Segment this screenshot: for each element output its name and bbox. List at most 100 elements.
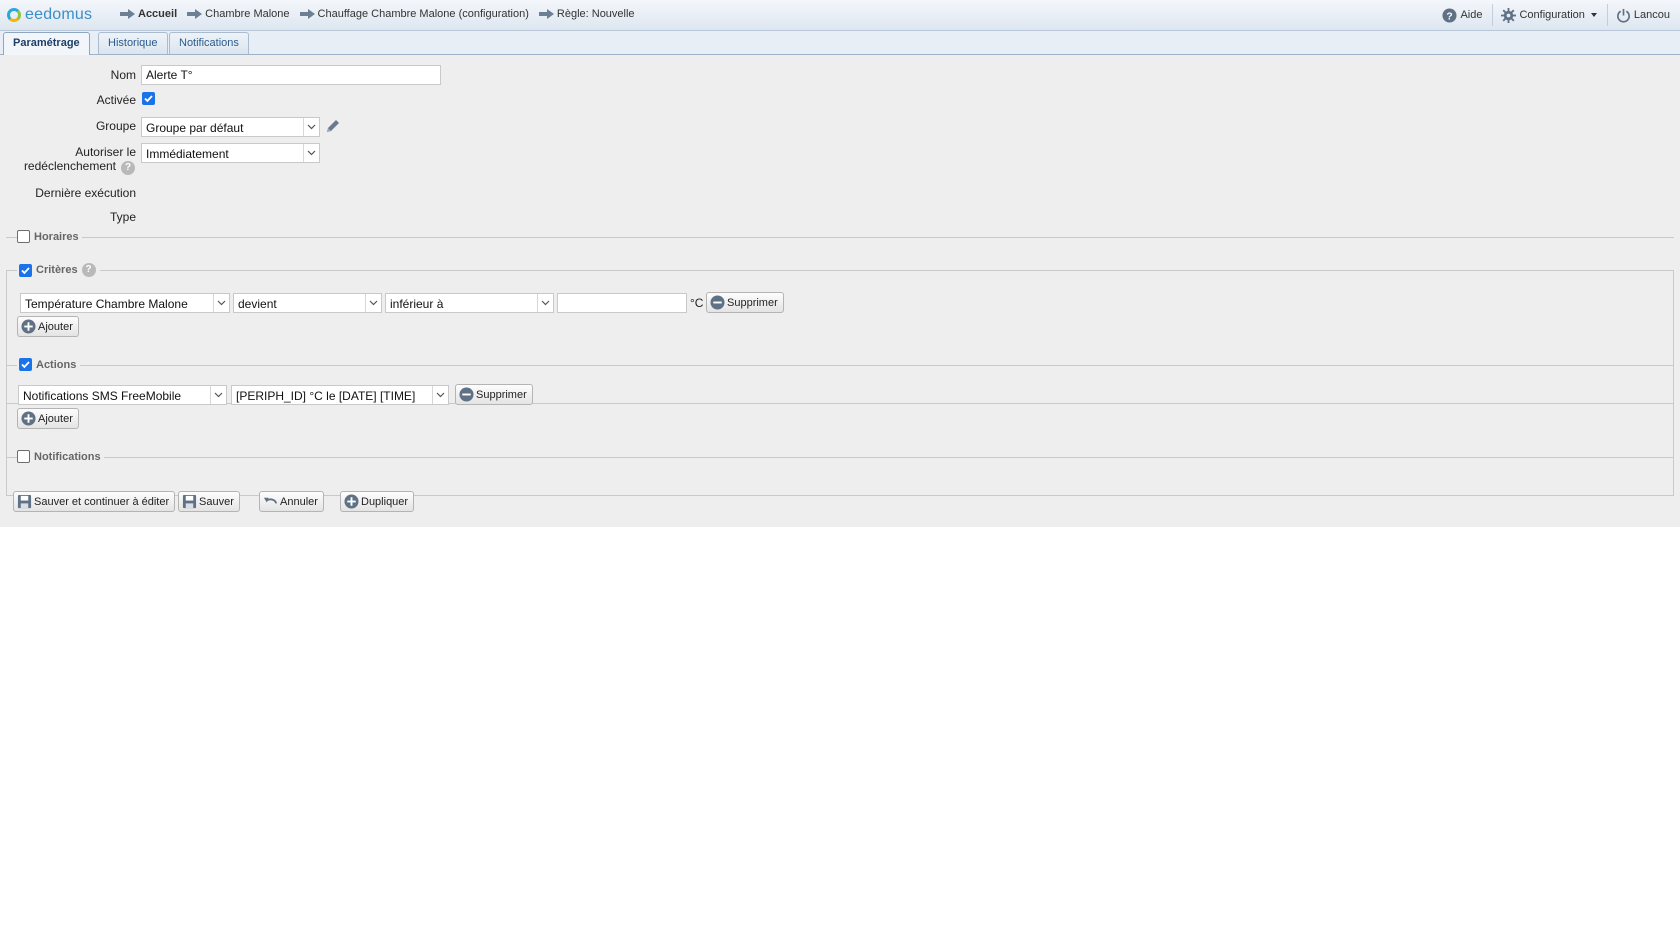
- tab-notifications[interactable]: Notifications: [169, 32, 249, 54]
- action-delete-label: Supprimer: [476, 388, 527, 401]
- breadcrumb-label: Règle: Nouvelle: [556, 8, 635, 20]
- retrigger-label-line1: Autoriser le: [75, 145, 136, 159]
- criteria-add-button[interactable]: Ajouter: [17, 316, 79, 337]
- save-and-continue-button[interactable]: Sauver et continuer à éditer: [13, 491, 176, 512]
- save-and-continue-label: Sauver et continuer à éditer: [34, 495, 170, 508]
- actions-checkbox[interactable]: [19, 358, 32, 371]
- retrigger-select[interactable]: Immédiatement: [141, 143, 320, 163]
- chevron-down-icon: [303, 144, 319, 162]
- criteres-legend: Critères ?: [17, 263, 100, 277]
- tab-bar: Paramétrage Historique Notifications: [0, 31, 1680, 55]
- notifications-title: Notifications: [34, 450, 101, 463]
- criteria-delete-button[interactable]: Supprimer: [706, 292, 784, 313]
- eedomus-logo[interactable]: eedomus: [7, 5, 92, 25]
- retrigger-label-line2: redéclenchement: [23, 159, 116, 173]
- group-label: Groupe: [95, 119, 136, 133]
- criteria-operator-value: devient: [238, 297, 277, 311]
- logo-ring-icon: [7, 8, 21, 22]
- minus-circle-icon: [459, 387, 474, 402]
- criteria-unit: °C: [690, 296, 704, 310]
- plus-circle-icon: [344, 494, 359, 509]
- criteres-checkbox[interactable]: [19, 263, 32, 277]
- chevron-down-icon: [537, 294, 553, 312]
- duplicate-label: Dupliquer: [361, 495, 409, 508]
- help-circle-icon: ?: [1442, 7, 1457, 23]
- action-message-value: [PERIPH_ID] °C le [DATE] [TIME]: [236, 389, 416, 403]
- tab-parametrage[interactable]: Paramétrage: [3, 32, 90, 55]
- action-add-button[interactable]: Ajouter: [17, 408, 79, 429]
- criteria-comparison-select[interactable]: inférieur à: [385, 293, 554, 313]
- active-label: Activée: [96, 93, 136, 107]
- user-menu[interactable]: Lancou: [1606, 4, 1680, 26]
- edit-pencil-icon[interactable]: [325, 118, 341, 134]
- checkmark-icon: [21, 361, 30, 369]
- breadcrumb-label: Accueil: [138, 8, 178, 20]
- undo-icon: [263, 494, 278, 509]
- retrigger-select-value: Immédiatement: [146, 147, 229, 161]
- chevron-down-icon: [210, 386, 226, 404]
- help-link[interactable]: ? Aide: [1434, 4, 1492, 26]
- active-checkbox[interactable]: [142, 92, 155, 105]
- breadcrumb-room[interactable]: Chambre Malone: [187, 8, 290, 20]
- horaires-title: Horaires: [34, 230, 79, 243]
- breadcrumb-rule: Règle: Nouvelle: [538, 8, 635, 20]
- chevron-down-icon: [365, 294, 381, 312]
- cancel-button[interactable]: Annuler: [259, 491, 324, 512]
- criteria-delete-label: Supprimer: [727, 296, 778, 309]
- checkmark-icon: [144, 95, 153, 103]
- group-select-value: Groupe par défaut: [146, 121, 244, 135]
- plus-circle-icon: [21, 411, 36, 426]
- breadcrumb-label: Chambre Malone: [205, 8, 290, 20]
- horaires-divider: [6, 237, 1674, 238]
- criteria-device-select[interactable]: Température Chambre Malone: [20, 293, 230, 313]
- configuration-menu[interactable]: Configuration: [1492, 4, 1606, 26]
- save-button[interactable]: Sauver: [178, 491, 240, 512]
- type-label: Type: [109, 210, 136, 224]
- tab-historique[interactable]: Historique: [98, 32, 168, 54]
- save-label: Sauver: [199, 495, 234, 508]
- criteria-device-value: Température Chambre Malone: [25, 297, 188, 311]
- breadcrumb-device[interactable]: Chauffage Chambre Malone (configuration): [299, 8, 529, 20]
- name-input[interactable]: [141, 65, 441, 85]
- action-message-select[interactable]: [PERIPH_ID] °C le [DATE] [TIME]: [231, 385, 449, 405]
- caret-down-icon: [1590, 13, 1597, 17]
- name-label: Nom: [110, 68, 136, 82]
- rule-settings-panel: Nom Activée Groupe Groupe par défaut Aut…: [0, 55, 1680, 527]
- logo-text: eedomus: [25, 6, 93, 23]
- arrow-right-icon: [299, 9, 315, 19]
- gear-icon: [1501, 7, 1517, 23]
- actions-title: Actions: [36, 358, 77, 371]
- action-delete-button[interactable]: Supprimer: [455, 384, 533, 405]
- notifications-checkbox[interactable]: [17, 450, 30, 463]
- duplicate-button[interactable]: Dupliquer: [340, 491, 415, 512]
- horaires-checkbox[interactable]: [17, 230, 30, 243]
- criteria-add-label: Ajouter: [38, 320, 73, 333]
- help-icon[interactable]: ?: [81, 263, 96, 277]
- help-icon[interactable]: ?: [121, 161, 135, 175]
- arrow-right-icon: [187, 9, 203, 19]
- floppy-disk-icon: [182, 494, 197, 509]
- actions-legend: Actions: [17, 358, 81, 371]
- last-execution-label: Dernière exécution: [35, 186, 136, 200]
- arrow-right-icon: [120, 9, 135, 19]
- cancel-label: Annuler: [280, 495, 318, 508]
- criteria-comparison-value: inférieur à: [390, 297, 444, 311]
- criteria-operator-select[interactable]: devient: [233, 293, 382, 313]
- top-right-menu: ? Aide Configuration Lancou: [1434, 0, 1680, 30]
- floppy-disk-icon: [17, 494, 32, 509]
- criteria-value-input[interactable]: [557, 293, 687, 313]
- minus-circle-icon: [710, 295, 725, 310]
- criteres-title: Critères: [36, 264, 78, 276]
- action-device-select[interactable]: Notifications SMS FreeMobile: [18, 385, 227, 405]
- user-label: Lancou: [1633, 9, 1670, 21]
- chevron-down-icon: [432, 386, 448, 404]
- breadcrumb-label: Chauffage Chambre Malone (configuration): [317, 8, 529, 20]
- arrow-right-icon: [538, 9, 554, 19]
- horaires-legend: Horaires: [17, 230, 82, 243]
- notifications-divider: [6, 457, 1674, 458]
- checkmark-icon: [21, 266, 30, 274]
- top-bar: eedomus Accueil Chambre Malone Chauffage…: [0, 0, 1680, 31]
- group-select[interactable]: Groupe par défaut: [141, 117, 320, 137]
- breadcrumb-home[interactable]: Accueil: [120, 8, 177, 20]
- power-icon: [1616, 8, 1630, 23]
